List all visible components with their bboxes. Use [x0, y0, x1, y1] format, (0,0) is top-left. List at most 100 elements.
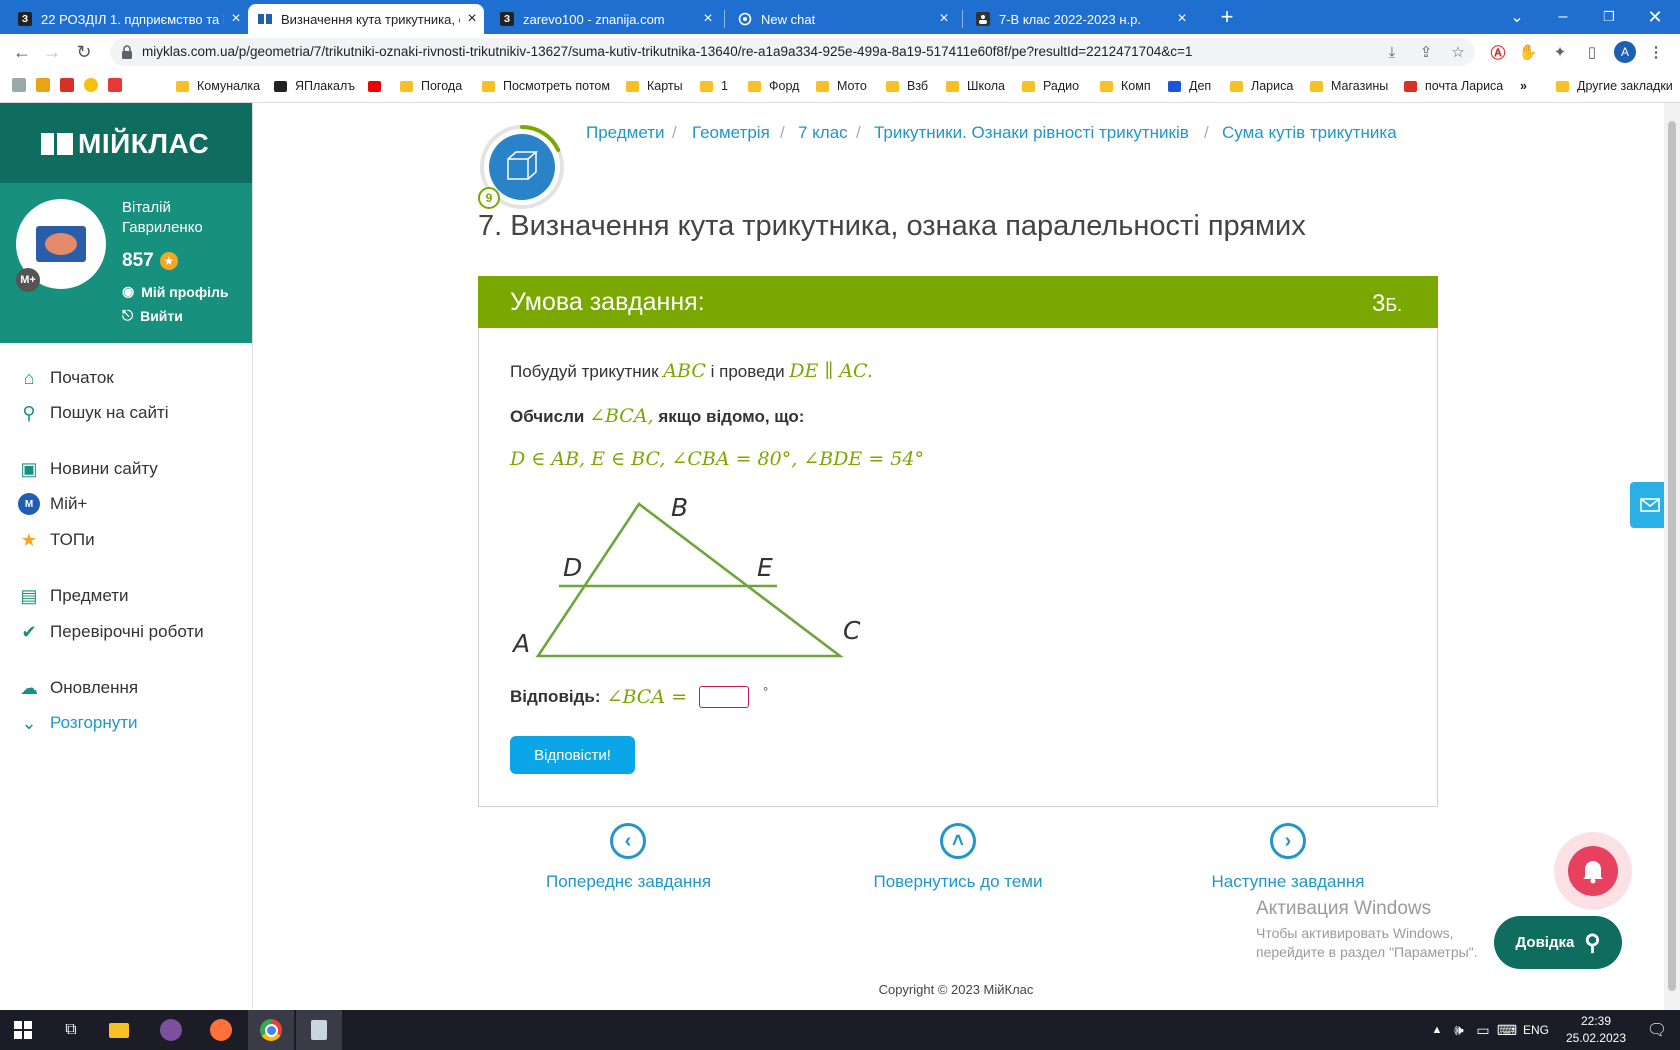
- app-icon[interactable]: [84, 78, 98, 92]
- prev-arrow-icon[interactable]: ‹: [610, 823, 646, 859]
- side-panel-icon[interactable]: ▯: [1580, 40, 1604, 64]
- sidebar-item-tests[interactable]: ✔ Перевірочні роботи: [18, 619, 203, 645]
- sidebar-item-my-plus[interactable]: M Мій+: [18, 491, 87, 517]
- bookmark-item[interactable]: Школа: [946, 76, 1005, 96]
- breadcrumb-geometry[interactable]: Геометрія: [692, 123, 770, 143]
- user-circle-icon: ◉: [122, 283, 135, 299]
- logout-link[interactable]: ⎋ Вийти: [122, 307, 183, 324]
- profile-link[interactable]: ◉ Мій профіль: [122, 283, 228, 300]
- other-bookmarks[interactable]: Другие закладки: [1556, 76, 1673, 96]
- site-logo[interactable]: МІЙКЛАС: [40, 128, 209, 160]
- file-explorer-icon[interactable]: [96, 1010, 142, 1050]
- app-icon[interactable]: [36, 78, 50, 92]
- new-tab-button[interactable]: +: [1204, 0, 1250, 34]
- answer-input[interactable]: [698, 686, 749, 708]
- label-c: C: [843, 616, 861, 645]
- gmail-icon[interactable]: [60, 78, 74, 92]
- up-arrow-icon[interactable]: ˄: [940, 823, 976, 859]
- restore-button[interactable]: ❐: [1586, 0, 1632, 34]
- next-task-link[interactable]: Наступне завдання: [1210, 872, 1366, 892]
- bookmark-item[interactable]: 1: [700, 76, 728, 96]
- profile-avatar[interactable]: A: [1614, 41, 1636, 63]
- bookmark-item[interactable]: Комп: [1100, 76, 1151, 96]
- bookmark-item[interactable]: ЯПлакалъ: [274, 76, 355, 96]
- folder-icon: [482, 80, 495, 92]
- browser-tab[interactable]: New chat ×: [728, 4, 956, 34]
- back-arrow-icon[interactable]: ←: [10, 40, 34, 64]
- bookmark-item[interactable]: Лариса: [1230, 76, 1293, 96]
- breadcrumb-grade[interactable]: 7 клас: [798, 123, 848, 143]
- back-to-topic-link[interactable]: Повернутись до теми: [872, 872, 1044, 892]
- firefox-icon[interactable]: [198, 1010, 244, 1050]
- classroom-icon: [976, 12, 990, 26]
- bookmark-item[interactable]: Деп: [1168, 76, 1211, 96]
- window-close-button[interactable]: ✕: [1632, 0, 1678, 34]
- more-menu-icon[interactable]: ⋮: [1644, 40, 1668, 64]
- tab-search-icon[interactable]: ⌄: [1494, 0, 1540, 34]
- close-icon[interactable]: ×: [224, 10, 248, 28]
- car-icon[interactable]: [108, 78, 122, 92]
- help-button[interactable]: Довідка ⚲: [1494, 916, 1622, 969]
- page-scrollbar[interactable]: [1664, 103, 1680, 1010]
- calculator-icon[interactable]: [296, 1010, 342, 1050]
- close-icon[interactable]: ×: [1170, 10, 1194, 28]
- close-icon[interactable]: ×: [460, 10, 484, 28]
- folder-icon: [1556, 80, 1569, 92]
- sidebar-item-subjects[interactable]: ▤ Предмети: [18, 583, 128, 609]
- install-icon[interactable]: ⤓: [1380, 40, 1404, 64]
- breadcrumb-separator: /: [672, 123, 677, 142]
- sidebar-item-home[interactable]: ⌂ Початок: [18, 365, 114, 391]
- sidebar-item-news[interactable]: ▣ Новини сайту: [18, 456, 157, 482]
- next-arrow-icon[interactable]: ›: [1270, 823, 1306, 859]
- scrollbar-thumb[interactable]: [1668, 121, 1676, 991]
- task-view-icon[interactable]: ⧉: [48, 1010, 94, 1050]
- bookmark-star-icon[interactable]: ☆: [1446, 40, 1470, 64]
- extension-off-icon[interactable]: ✋: [1516, 40, 1540, 64]
- browser-tab-active[interactable]: Визначення кута трикутника, оз... ×: [248, 4, 484, 34]
- breadcrumb-subjects[interactable]: Предмети: [586, 123, 665, 143]
- forward-arrow-icon[interactable]: →: [40, 40, 64, 64]
- bookmark-item[interactable]: Погода: [400, 76, 462, 96]
- bookmarks-overflow-button[interactable]: »: [1520, 76, 1527, 96]
- clock[interactable]: 22:39 25.02.2023: [1556, 1013, 1636, 1047]
- prev-task-link[interactable]: Попереднє завдання: [546, 872, 711, 892]
- sidebar-item-search[interactable]: ⚲ Пошук на сайті: [18, 400, 168, 426]
- language-indicator[interactable]: ENG: [1523, 1023, 1549, 1037]
- folder-icon: [1100, 80, 1113, 92]
- browser-tab[interactable]: З zarevo100 - znanija.com ×: [490, 4, 720, 34]
- chrome-icon[interactable]: [248, 1010, 294, 1050]
- bookmark-item[interactable]: Радио: [1022, 76, 1079, 96]
- notification-button[interactable]: [1554, 832, 1632, 910]
- breadcrumb-lesson[interactable]: Сума кутів трикутника: [1222, 123, 1397, 143]
- adblock-extension-icon[interactable]: Ⓐ: [1486, 40, 1510, 64]
- lock-icon[interactable]: [121, 45, 133, 59]
- close-icon[interactable]: ×: [696, 10, 720, 28]
- notifications-icon[interactable]: 🗨: [1634, 1010, 1680, 1050]
- sidebar-item-expand[interactable]: ⌄ Розгорнути: [18, 710, 137, 736]
- bookmark-item[interactable]: [368, 76, 389, 96]
- app-icon[interactable]: [12, 78, 26, 92]
- reload-icon[interactable]: ↻: [72, 40, 96, 64]
- bookmark-item[interactable]: Комуналка: [176, 76, 260, 96]
- bookmark-item[interactable]: Мото: [816, 76, 867, 96]
- bookmark-item[interactable]: Магазины: [1310, 76, 1388, 96]
- bookmark-item[interactable]: Посмотреть потом: [482, 76, 610, 96]
- close-icon[interactable]: ×: [932, 10, 956, 28]
- my-plus-badge: M+: [16, 268, 40, 292]
- browser-tab[interactable]: З 22 РОЗДІЛ 1. пдприємство та П... ×: [8, 4, 248, 34]
- minimize-button[interactable]: –: [1540, 0, 1586, 34]
- bookmark-item[interactable]: Форд: [748, 76, 799, 96]
- sidebar-item-tops[interactable]: ★ ТОПи: [18, 527, 95, 553]
- extensions-puzzle-icon[interactable]: ✦: [1548, 40, 1572, 64]
- label-b: B: [671, 493, 688, 522]
- share-icon[interactable]: ⇪: [1414, 40, 1438, 64]
- breadcrumb-topic[interactable]: Трикутники. Ознаки рівності трикутників: [874, 123, 1189, 143]
- sidebar-item-updates[interactable]: ☁ Оновлення: [18, 675, 138, 701]
- bookmark-item[interactable]: почта Лариса: [1404, 76, 1503, 96]
- bookmark-item[interactable]: Взб: [886, 76, 928, 96]
- windows-start-icon[interactable]: [0, 1010, 46, 1050]
- browser-tab[interactable]: 7-В клас 2022-2023 н.р. ×: [966, 4, 1194, 34]
- viber-icon[interactable]: [148, 1010, 194, 1050]
- submit-answer-button[interactable]: Відповісти!: [510, 736, 635, 774]
- bookmark-item[interactable]: Карты: [626, 76, 683, 96]
